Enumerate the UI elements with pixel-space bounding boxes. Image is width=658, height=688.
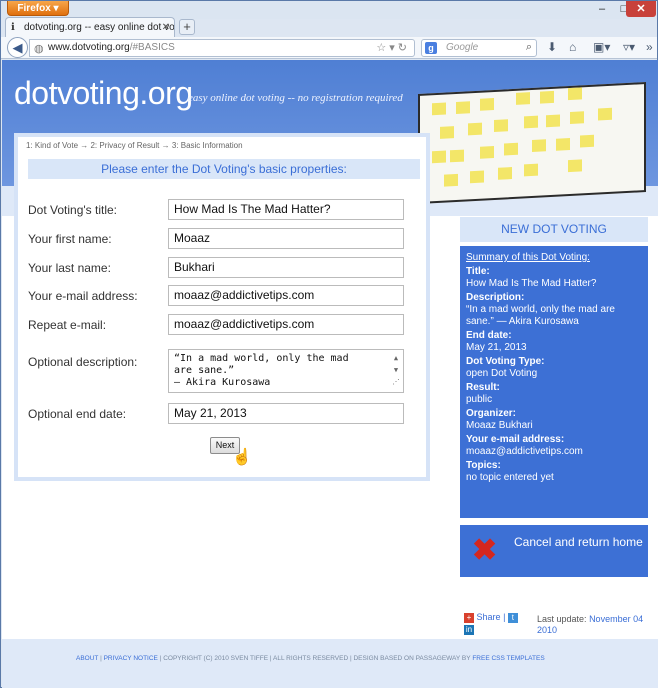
home-icon[interactable]: ⌂ <box>569 40 576 54</box>
firefox-menu-button[interactable]: Firefox ▾ <box>7 1 69 16</box>
search-bar[interactable]: g Google ⌕ <box>421 39 537 57</box>
red-x-icon[interactable]: ✖ <box>472 536 497 566</box>
summary-key: Dot Voting Type: <box>466 356 545 367</box>
title-label: Dot Voting's title: <box>28 203 118 217</box>
description-line: are sane.” <box>174 365 235 376</box>
summary-value: May 21, 2013 <box>466 342 527 353</box>
url-text: www.dotvoting.org/#BASICS <box>48 42 175 53</box>
summary-key: Topics: <box>466 460 501 471</box>
first-name-input[interactable]: Moaaz <box>168 228 404 249</box>
footer-text: ABOUT | PRIVACY NOTICE | COPYRIGHT (C) 2… <box>76 655 545 662</box>
bookmarks-icon[interactable]: ▣▾ <box>593 40 610 54</box>
navigation-toolbar: ◀ ◍ www.dotvoting.org/#BASICS ☆▾↻ g Goog… <box>1 37 657 59</box>
title-input[interactable]: How Mad Is The Mad Hatter? <box>168 199 404 220</box>
email-input[interactable]: moaaz@addictivetips.com <box>168 285 404 306</box>
tab-dotvoting[interactable]: ℹ dotvoting.org -- easy online dot votin… <box>5 17 175 37</box>
summary-value: How Mad Is The Mad Hatter? <box>466 278 597 289</box>
google-icon[interactable]: g <box>425 42 437 54</box>
summary-key: Your e-mail address: <box>466 434 565 445</box>
tab-title: dotvoting.org -- easy online dot voting … <box>24 22 175 33</box>
summary-box: Summary of this Dot Voting: Title: How M… <box>460 246 648 518</box>
basic-info-form: 1: Kind of Vote → 2: Privacy of Result →… <box>14 133 430 481</box>
summary-key: Organizer: <box>466 408 517 419</box>
end-date-label: Optional end date: <box>28 407 127 421</box>
hand-cursor-icon: ☝ <box>232 449 252 466</box>
new-tab-icon[interactable]: + <box>179 19 195 35</box>
linkedin-icon[interactable]: in <box>464 624 474 635</box>
end-date-input[interactable]: May 21, 2013 <box>168 403 404 424</box>
menu-icon[interactable]: » <box>646 40 653 54</box>
share-separator: | <box>503 612 506 622</box>
summary-value: open Dot Voting <box>466 368 538 379</box>
site-footer: ABOUT | PRIVACY NOTICE | COPYRIGHT (C) 2… <box>2 639 658 688</box>
tab-bar: ℹ dotvoting.org -- easy online dot votin… <box>1 15 657 37</box>
last-update-label: Last update: <box>537 614 587 624</box>
summary-key: End date: <box>466 330 512 341</box>
download-icon[interactable]: ⬇ <box>547 40 557 54</box>
last-name-input[interactable]: Bukhari <box>168 257 404 278</box>
share-links: + Share | t in <box>464 612 518 635</box>
email-label: Your e-mail address: <box>28 289 138 303</box>
search-icon[interactable]: ⌕ <box>526 41 532 54</box>
dot-voting-board-illustration <box>418 82 646 204</box>
page-favicon-icon: ℹ <box>11 22 15 33</box>
addthis-plus-icon[interactable]: + <box>464 612 474 623</box>
description-line: “In a mad world, only the mad <box>174 353 349 364</box>
globe-icon: ◍ <box>34 43 44 55</box>
sidebar-heading: NEW DOT VOTING <box>460 217 648 242</box>
form-heading: Please enter the Dot Voting's basic prop… <box>28 159 420 179</box>
last-name-label: Your last name: <box>28 261 111 275</box>
description-label: Optional description: <box>28 355 138 369</box>
summary-value: moaaz@addictivetips.com <box>466 446 583 457</box>
browser-window: Firefox ▾ – □ ✕ ℹ dotvoting.org -- easy … <box>0 0 658 688</box>
css-templates-link[interactable]: FREE CSS TEMPLATES <box>472 655 544 662</box>
search-placeholder: Google <box>446 42 479 53</box>
summary-key: Title: <box>466 266 490 277</box>
url-path: /#BASICS <box>129 42 175 53</box>
first-name-label: Your first name: <box>28 232 112 246</box>
description-textarea[interactable]: “In a mad world, only the mad are sane.”… <box>168 349 404 393</box>
summary-key: Result: <box>466 382 500 393</box>
copyright-text: | COPYRIGHT (C) 2010 SVEN TIFFE | ALL RI… <box>159 655 471 662</box>
back-arrow-icon[interactable]: ◀ <box>7 37 28 58</box>
summary-value: no topic entered yet <box>466 472 554 483</box>
breadcrumb: 1: Kind of Vote → 2: Privacy of Result →… <box>26 141 243 150</box>
url-action-icons[interactable]: ☆▾↻ <box>376 41 410 54</box>
repeat-email-label: Repeat e-mail: <box>28 318 107 332</box>
twitter-icon[interactable]: t <box>507 612 518 623</box>
close-tab-icon[interactable]: ✕ <box>162 18 170 37</box>
description-line: — Akira Kurosawa <box>174 377 271 388</box>
last-update: Last update: November 04 2010 <box>537 614 649 636</box>
privacy-link[interactable]: PRIVACY NOTICE <box>104 655 158 662</box>
textarea-scrollbar[interactable]: ▲ ▼ ⋰ <box>391 352 401 390</box>
pocket-icon[interactable]: ▿▾ <box>623 40 635 54</box>
share-link[interactable]: Share <box>477 612 501 622</box>
cancel-label[interactable]: Cancel and return home <box>514 535 643 549</box>
url-bar[interactable]: ◍ www.dotvoting.org/#BASICS ☆▾↻ <box>29 39 415 57</box>
site-tagline: easy online dot voting -- no registratio… <box>188 92 403 104</box>
firefox-menu-label: Firefox <box>17 3 51 14</box>
about-link[interactable]: ABOUT <box>76 655 98 662</box>
site-logo[interactable]: dotvoting.org <box>14 75 193 112</box>
repeat-email-input[interactable]: moaaz@addictivetips.com <box>168 314 404 335</box>
summary-key: Description: <box>466 292 525 303</box>
cancel-button[interactable]: ✖ Cancel and return home <box>460 525 648 577</box>
summary-value: public <box>466 394 493 405</box>
summary-value: Moaaz Bukhari <box>466 420 533 431</box>
url-domain: www.dotvoting.org <box>48 42 130 53</box>
summary-title: Summary of this Dot Voting: <box>466 252 590 263</box>
summary-value: “In a mad world, only the mad are sane.”… <box>466 304 615 327</box>
web-page: dotvoting.org easy online dot voting -- … <box>2 60 658 688</box>
